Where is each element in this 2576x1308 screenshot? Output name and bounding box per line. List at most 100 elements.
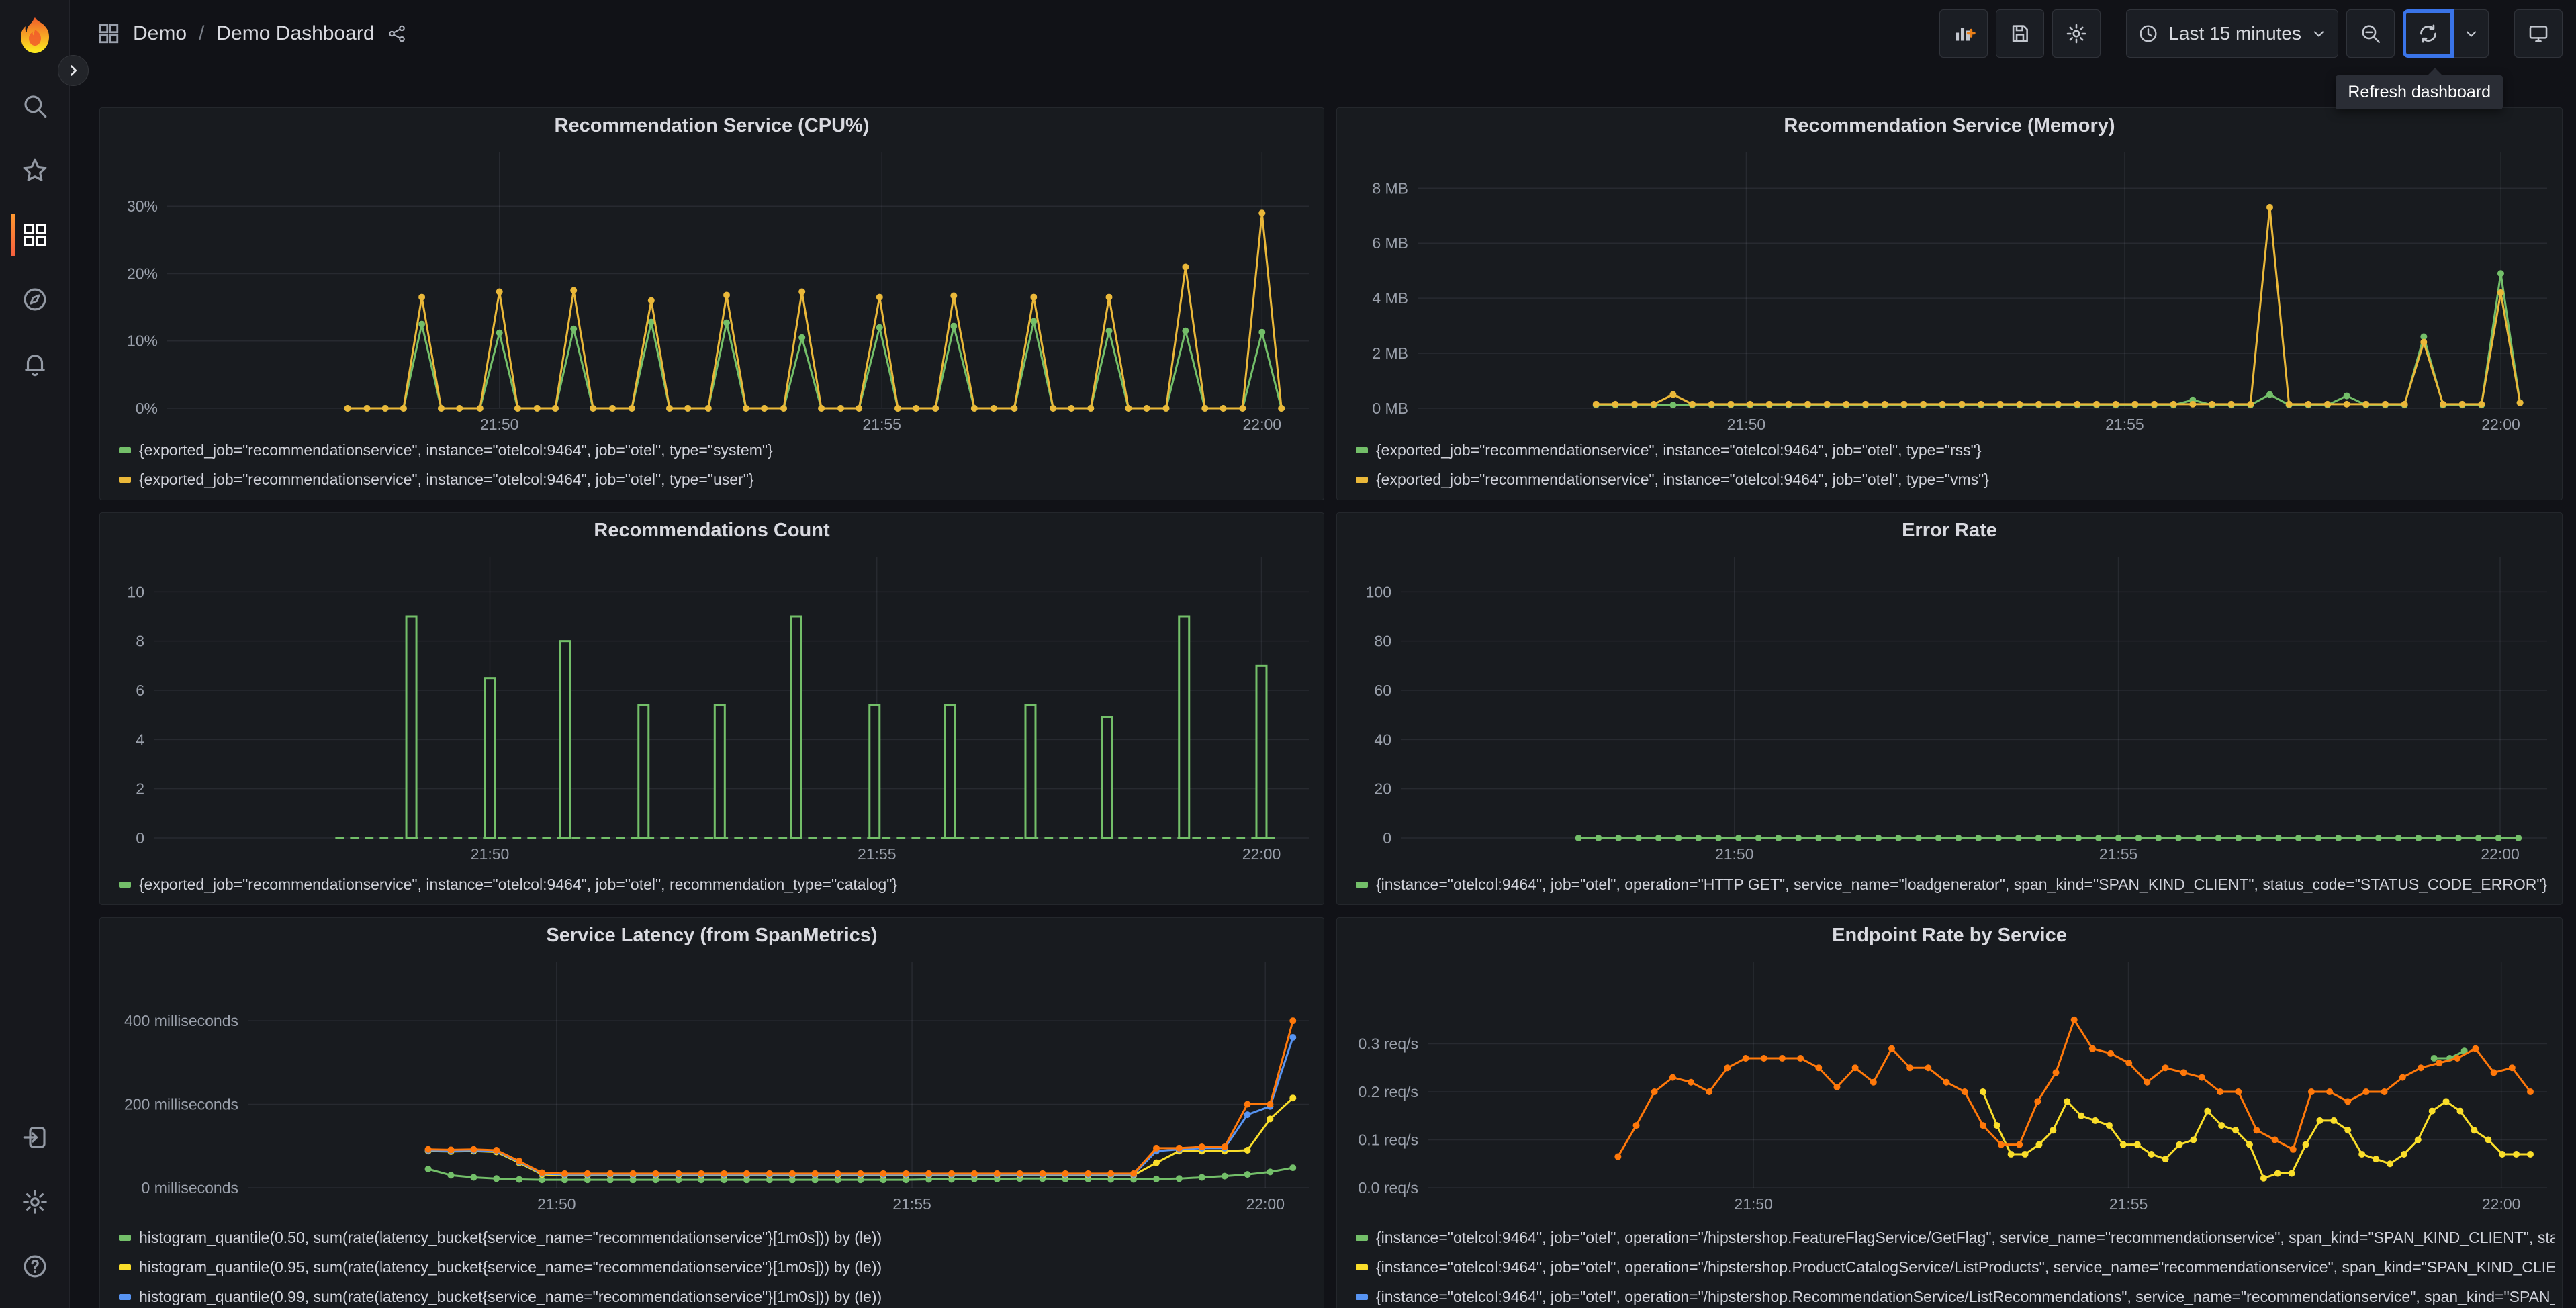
svg-text:30%: 30% (127, 197, 158, 215)
sidebar-item-dashboards[interactable] (0, 214, 70, 256)
legend-swatch (119, 476, 131, 483)
endpoint-rate-chart[interactable]: 21:50 21:55 22:00 0.0 req/s 0.1 req/s 0.2 req… (1337, 953, 2562, 1221)
svg-text:4 MB: 4 MB (1372, 289, 1408, 307)
dashboard-settings-button[interactable] (2052, 9, 2101, 58)
cycle-view-mode-button[interactable] (2514, 9, 2563, 58)
time-range-picker[interactable]: Last 15 minutes (2126, 9, 2338, 58)
legend-item[interactable]: {exported_job="recommendationservice", i… (119, 465, 1317, 494)
panel-title[interactable]: Endpoint Rate by Service (1337, 918, 2562, 953)
chevron-right-icon (70, 65, 77, 76)
dashboard-canvas: Recommendation Service (CPU%) 21:50 21:55… (70, 67, 2576, 1308)
legend-swatch (119, 1264, 131, 1270)
legend-label: {instance="otelcol:9464", job="otel", op… (1376, 875, 2548, 893)
dashboards-grid-icon (99, 24, 119, 44)
svg-text:21:50: 21:50 (1715, 845, 1754, 863)
svg-text:80: 80 (1374, 633, 1391, 650)
legend: {exported_job="recommendationservice", i… (100, 868, 1324, 904)
svg-text:0.2 req/s: 0.2 req/s (1359, 1083, 1419, 1101)
cpu-chart[interactable]: 21:50 21:55 22:00 0% 10% 20% 30% (100, 143, 1324, 434)
svg-text:0.3 req/s: 0.3 req/s (1359, 1035, 1419, 1053)
legend-item[interactable]: {exported_job="recommendationservice", i… (1356, 465, 2555, 494)
legend-item[interactable]: histogram_quantile(0.50, sum(rate(latenc… (119, 1223, 1317, 1252)
panel-service-latency: Service Latency (from SpanMetrics) 21:50… (99, 917, 1324, 1308)
legend-swatch (1356, 1234, 1368, 1241)
sidebar-item-explore[interactable] (0, 285, 70, 314)
memory-chart[interactable]: 21:50 21:55 22:00 0 MB 2 MB 4 MB 6 MB 8 MB (1337, 143, 2562, 434)
svg-text:21:50: 21:50 (480, 416, 519, 433)
sidebar-item-search[interactable] (0, 91, 70, 121)
legend-item[interactable]: {instance="otelcol:9464", job="otel", op… (1356, 1282, 2555, 1308)
svg-text:8 MB: 8 MB (1372, 179, 1408, 197)
add-panel-button[interactable] (1939, 9, 1988, 58)
panel-memory: Recommendation Service (Memory) 21:50 21:… (1336, 107, 2563, 500)
panel-title[interactable]: Recommendations Count (100, 513, 1324, 548)
svg-text:6: 6 (136, 682, 144, 699)
legend-label: {exported_job="recommendationservice", i… (139, 470, 754, 488)
panel-title[interactable]: Service Latency (from SpanMetrics) (100, 918, 1324, 953)
svg-text:22:00: 22:00 (1246, 1195, 1285, 1213)
legend-item[interactable]: {exported_job="recommendationservice", i… (1356, 435, 2555, 465)
refresh-interval-dropdown[interactable] (2454, 9, 2489, 58)
legend-swatch (119, 1293, 131, 1300)
svg-text:22:00: 22:00 (2482, 1195, 2521, 1213)
recommendations-count-chart[interactable]: 21:50 21:55 22:00 0 2 4 6 8 10 (100, 548, 1324, 868)
gear-icon (2067, 24, 2086, 44)
legend-label: {instance="otelcol:9464", job="otel", op… (1376, 1287, 2555, 1305)
svg-text:0%: 0% (136, 400, 158, 417)
legend-label: {exported_job="recommendationservice", i… (1376, 470, 1990, 488)
svg-text:22:00: 22:00 (2481, 845, 2520, 863)
sidebar-item-alerting[interactable] (0, 349, 70, 379)
svg-text:22:00: 22:00 (1243, 416, 1282, 433)
legend-swatch (1356, 881, 1368, 888)
legend-item[interactable]: {instance="otelcol:9464", job="otel", op… (1356, 1252, 2555, 1282)
svg-text:0.0 req/s: 0.0 req/s (1359, 1179, 1419, 1197)
svg-text:10%: 10% (127, 332, 158, 350)
panel-title[interactable]: Error Rate (1337, 513, 2562, 548)
svg-text:21:55: 21:55 (862, 416, 901, 433)
svg-text:0 MB: 0 MB (1372, 400, 1408, 417)
sidebar-item-configuration[interactable] (0, 1187, 70, 1217)
legend: {instance="otelcol:9464", job="otel", op… (1337, 868, 2562, 904)
svg-text:100: 100 (1366, 583, 1391, 600)
svg-text:2 MB: 2 MB (1372, 344, 1408, 362)
panel-title[interactable]: Recommendation Service (Memory) (1337, 108, 2562, 143)
service-latency-chart[interactable]: 21:50 21:55 22:00 0 milliseconds 200 millise… (100, 953, 1324, 1221)
chevron-down-icon (2466, 31, 2476, 37)
legend-item[interactable]: {instance="otelcol:9464", job="otel", op… (1356, 870, 2555, 899)
breadcrumb-separator: / (199, 22, 205, 44)
svg-text:0.1 req/s: 0.1 req/s (1359, 1131, 1419, 1149)
dashboards-grid-icon (23, 224, 46, 246)
legend: {instance="otelcol:9464", job="otel", op… (1337, 1221, 2562, 1308)
legend-item[interactable]: histogram_quantile(0.99, sum(rate(latenc… (119, 1282, 1317, 1308)
svg-text:8: 8 (136, 633, 144, 650)
sidebar-item-help[interactable] (0, 1252, 70, 1281)
svg-text:22:00: 22:00 (2481, 416, 2520, 433)
legend-item[interactable]: histogram_quantile(0.95, sum(rate(latenc… (119, 1252, 1317, 1282)
grafana-logo[interactable] (13, 15, 56, 58)
legend-swatch (1356, 447, 1368, 453)
dashboard-header: Demo / Demo Dashboard Last 15 minutes (70, 0, 2576, 67)
breadcrumb-dashboard[interactable]: Demo Dashboard (216, 22, 374, 45)
svg-text:21:50: 21:50 (1734, 1195, 1773, 1213)
error-rate-chart[interactable]: 21:50 21:55 22:00 0 20 40 60 80 100 (1337, 548, 2562, 868)
time-range-label: Last 15 minutes (2168, 23, 2301, 44)
legend-item[interactable]: {instance="otelcol:9464", job="otel", op… (1356, 1223, 2555, 1252)
legend-item[interactable]: {exported_job="recommendationservice", i… (119, 435, 1317, 465)
svg-text:20%: 20% (127, 265, 158, 282)
svg-text:0: 0 (1383, 829, 1391, 847)
legend-label: histogram_quantile(0.99, sum(rate(latenc… (139, 1287, 882, 1305)
share-icon[interactable] (387, 24, 407, 44)
svg-text:4: 4 (136, 731, 144, 748)
legend-item[interactable]: {exported_job="recommendationservice", i… (119, 870, 1317, 899)
refresh-dashboard-button[interactable] (2403, 9, 2454, 58)
sidebar-item-starred[interactable] (0, 156, 70, 185)
breadcrumb-folder[interactable]: Demo (133, 22, 187, 45)
panel-title[interactable]: Recommendation Service (CPU%) (100, 108, 1324, 143)
zoom-out-icon (2362, 25, 2381, 44)
dashboard-toolbar: Last 15 minutes (1939, 9, 2563, 58)
sidebar-item-sign-in[interactable] (0, 1123, 70, 1152)
sidebar-expand-button[interactable] (58, 55, 89, 86)
save-dashboard-button[interactable] (1996, 9, 2045, 58)
zoom-out-time-button[interactable] (2346, 9, 2395, 58)
legend-label: {exported_job="recommendationservice", i… (139, 440, 773, 459)
